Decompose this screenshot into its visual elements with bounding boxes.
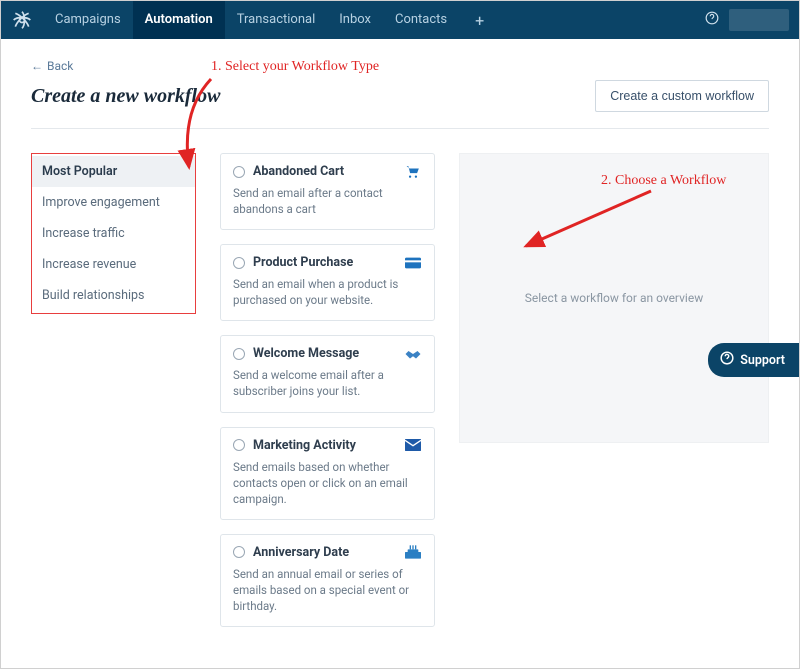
back-label: Back bbox=[47, 59, 73, 73]
back-link[interactable]: ← Back bbox=[31, 59, 73, 73]
workflow-preview-panel: Select a workflow for an overview bbox=[459, 153, 769, 443]
radio-icon bbox=[233, 348, 245, 360]
top-nav: Campaigns Automation Transactional Inbox… bbox=[1, 1, 799, 39]
nav-tab-contacts[interactable]: Contacts bbox=[383, 1, 459, 39]
radio-icon bbox=[233, 546, 245, 558]
workflow-title: Welcome Message bbox=[253, 346, 396, 361]
arrow-left-icon: ← bbox=[31, 59, 43, 73]
workflow-card-marketing-activity[interactable]: Marketing Activity Send emails based on … bbox=[220, 427, 435, 520]
help-icon[interactable] bbox=[705, 11, 719, 29]
sidebar-item-increase-revenue[interactable]: Increase revenue bbox=[32, 249, 195, 280]
workflow-desc: Send an email when a product is purchase… bbox=[233, 276, 422, 308]
help-circle-icon bbox=[720, 351, 734, 369]
main-content: Most Popular Improve engagement Increase… bbox=[31, 153, 769, 627]
nav-tab-transactional[interactable]: Transactional bbox=[225, 1, 328, 39]
workflow-card-anniversary-date[interactable]: Anniversary Date Send an annual email or… bbox=[220, 534, 435, 627]
page-header: Create a new workflow Create a custom wo… bbox=[31, 80, 769, 129]
page-body: ← Back Create a new workflow Create a cu… bbox=[1, 39, 799, 627]
workflow-desc: Send emails based on whether contacts op… bbox=[233, 459, 422, 507]
radio-icon bbox=[233, 439, 245, 451]
cart-icon bbox=[404, 165, 422, 179]
nav-tab-campaigns[interactable]: Campaigns bbox=[43, 1, 133, 39]
card-icon bbox=[404, 256, 422, 270]
workflow-title: Marketing Activity bbox=[253, 438, 396, 453]
workflow-type-sidebar: Most Popular Improve engagement Increase… bbox=[31, 153, 196, 314]
support-button[interactable]: Support bbox=[708, 343, 799, 377]
support-label: Support bbox=[740, 353, 785, 368]
workflow-title: Abandoned Cart bbox=[253, 164, 396, 179]
brand-logo bbox=[11, 9, 33, 31]
workflow-card-product-purchase[interactable]: Product Purchase Send an email when a pr… bbox=[220, 244, 435, 321]
cake-icon bbox=[404, 545, 422, 559]
envelope-icon bbox=[404, 438, 422, 452]
user-menu[interactable] bbox=[729, 9, 789, 31]
workflow-desc: Send a welcome email after a subscriber … bbox=[233, 367, 422, 399]
workflow-card-welcome-message[interactable]: Welcome Message Send a welcome email aft… bbox=[220, 335, 435, 412]
sidebar-item-build-relationships[interactable]: Build relationships bbox=[32, 280, 195, 311]
sidebar-item-most-popular[interactable]: Most Popular bbox=[32, 156, 195, 187]
handshake-icon bbox=[404, 347, 422, 361]
radio-icon bbox=[233, 257, 245, 269]
workflow-desc: Send an email after a contact abandons a… bbox=[233, 185, 422, 217]
workflow-list: Abandoned Cart Send an email after a con… bbox=[220, 153, 435, 627]
create-custom-workflow-button[interactable]: Create a custom workflow bbox=[595, 80, 769, 112]
workflow-card-abandoned-cart[interactable]: Abandoned Cart Send an email after a con… bbox=[220, 153, 435, 230]
sidebar-item-increase-traffic[interactable]: Increase traffic bbox=[32, 218, 195, 249]
page-title: Create a new workflow bbox=[31, 85, 220, 108]
radio-icon bbox=[233, 166, 245, 178]
workflow-title: Product Purchase bbox=[253, 255, 396, 270]
nav-tab-inbox[interactable]: Inbox bbox=[327, 1, 383, 39]
nav-tabs: Campaigns Automation Transactional Inbox… bbox=[43, 1, 459, 39]
nav-tab-automation[interactable]: Automation bbox=[133, 1, 225, 39]
workflow-desc: Send an annual email or series of emails… bbox=[233, 566, 422, 614]
sidebar-item-improve-engagement[interactable]: Improve engagement bbox=[32, 187, 195, 218]
add-button[interactable]: + bbox=[465, 11, 494, 30]
workflow-title: Anniversary Date bbox=[253, 545, 396, 560]
preview-placeholder: Select a workflow for an overview bbox=[525, 291, 703, 305]
